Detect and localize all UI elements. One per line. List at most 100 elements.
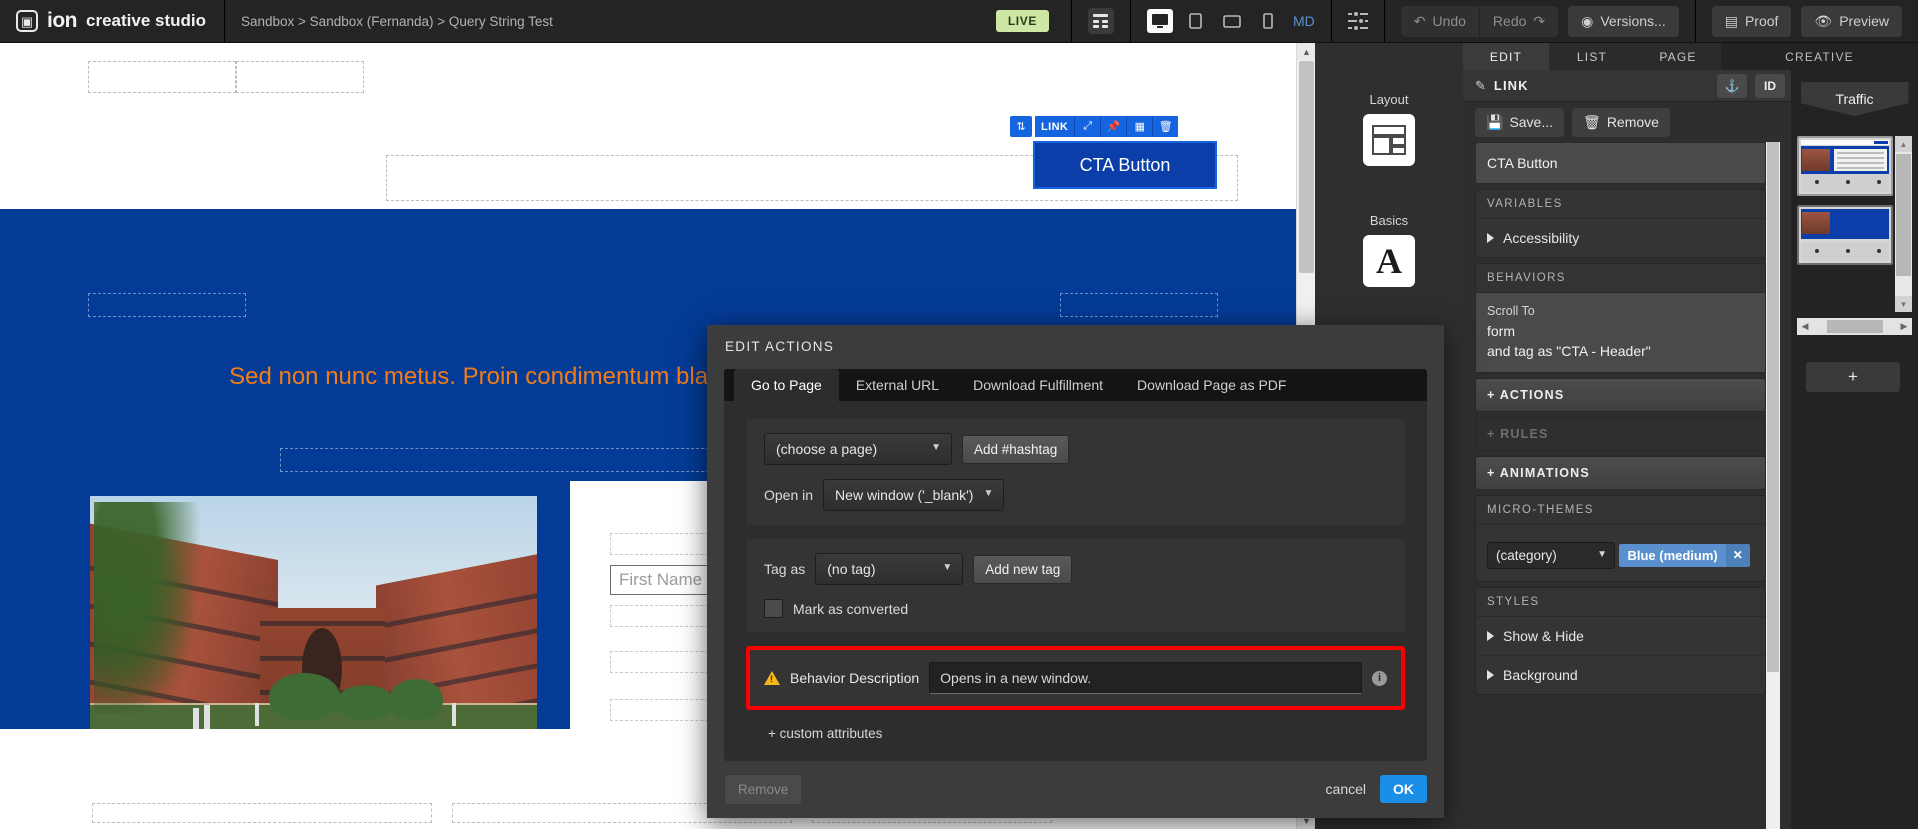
layout-grid-icon[interactable] [1363, 114, 1415, 166]
close-icon[interactable]: ✕ [1725, 544, 1750, 567]
mark-converted-checkbox[interactable] [764, 599, 783, 618]
app-logo[interactable]: ▣ ion creative studio [0, 0, 224, 42]
device-desktop-icon[interactable] [1146, 9, 1173, 33]
custom-attributes-link[interactable]: + custom attributes [746, 724, 1405, 741]
behavior-description-input[interactable]: Opens in a new window. [929, 662, 1362, 694]
page-select-row: (choose a page) ▼ Add #hashtag [764, 433, 1387, 465]
behavior-tag: and tag as "CTA - Header" [1487, 343, 1651, 359]
traffic-tab[interactable]: Traffic [1800, 82, 1909, 116]
add-new-tag-button[interactable]: Add new tag [973, 554, 1073, 584]
modal-remove-button[interactable]: Remove [724, 773, 803, 805]
styles-item-show-hide[interactable]: Show & Hide [1476, 617, 1765, 655]
edit-actions-modal[interactable]: EDIT ACTIONS Go to Page External URL Dow… [707, 325, 1444, 818]
tool-layout[interactable]: Layout [1315, 92, 1463, 166]
tag-as-select[interactable]: (no tag) ▼ [815, 553, 964, 585]
tab-edit[interactable]: EDIT [1463, 43, 1549, 70]
top-bar: ▣ ion creative studio Sandbox > Sandbox … [0, 0, 1918, 43]
redo-button[interactable]: Redo ↷ [1479, 5, 1559, 37]
thumbnails-scrollbar[interactable]: ▲ ▼ [1895, 136, 1912, 312]
edit-pane-header: ✎ LINK ⚓ ID [1463, 70, 1791, 102]
warning-icon [764, 671, 780, 685]
remove-label: Remove [1606, 114, 1659, 130]
tab-page[interactable]: PAGE [1635, 43, 1721, 70]
tab-download-fulfillment[interactable]: Download Fulfillment [956, 369, 1120, 401]
modal-cancel-button[interactable]: cancel [1326, 781, 1366, 797]
image-shrub [335, 684, 394, 721]
text-a-icon[interactable]: A [1363, 235, 1415, 287]
device-preview-group: MD [1131, 0, 1331, 42]
element-toolbar[interactable]: LINK ⤢ 📌 ▦ 🗑 [1035, 116, 1179, 137]
cta-button-element[interactable]: CTA Button [1035, 143, 1215, 187]
id-button[interactable]: ID [1755, 73, 1785, 98]
modal-panel: (choose a page) ▼ Add #hashtag Open in N… [724, 401, 1427, 741]
canvas-placeholder-box[interactable] [236, 61, 364, 93]
add-rules-button[interactable]: + RULES [1475, 417, 1766, 451]
mark-converted-row: Mark as converted [764, 599, 1387, 618]
brand-suffix: creative studio [86, 11, 206, 30]
review-group: ▤ Proof 👁 Preview [1696, 0, 1918, 42]
reorder-icon[interactable]: ⇅ [1010, 116, 1032, 137]
styles-item-background[interactable]: Background [1476, 655, 1765, 694]
proof-button[interactable]: ▤ Proof [1711, 5, 1792, 37]
edit-pane-scrollbar[interactable] [1766, 142, 1780, 829]
behavior-entry[interactable]: Scroll To form and tag as "CTA - Header" [1476, 293, 1765, 372]
page-select[interactable]: (choose a page) ▼ [764, 433, 952, 465]
tab-list[interactable]: LIST [1549, 43, 1635, 70]
element-name-field[interactable]: CTA Button [1475, 142, 1766, 184]
page-thumbnail[interactable] [1797, 136, 1893, 196]
device-tablet-icon[interactable] [1183, 9, 1209, 33]
variables-item-accessibility[interactable]: Accessibility [1476, 219, 1765, 257]
microthemes-body: (category) ▼ Blue (medium) ✕ [1476, 525, 1765, 581]
thumbnails-hscrollbar[interactable]: ◀ ▶ [1797, 318, 1912, 335]
open-in-select[interactable]: New window ('_blank') ▼ [823, 479, 1005, 511]
edit-pane-scrollbar-thumb[interactable] [1767, 142, 1779, 672]
microtheme-category-select[interactable]: (category) [1487, 542, 1615, 569]
microtheme-tag-chip[interactable]: Blue (medium) ✕ [1619, 544, 1750, 567]
add-animations-button[interactable]: + ANIMATIONS [1475, 456, 1766, 490]
chevron-right-icon [1487, 233, 1494, 243]
device-mobile-icon[interactable] [1255, 9, 1281, 33]
microthemes-header: MICRO-THEMES [1476, 496, 1765, 525]
thumbnails-hscrollbar-thumb[interactable] [1826, 320, 1883, 333]
anchor-button[interactable]: ⚓ [1717, 73, 1747, 98]
section-microthemes: MICRO-THEMES (category) ▼ Blue (medium) … [1475, 495, 1766, 582]
info-icon[interactable]: i [1372, 670, 1387, 686]
tab-go-to-page[interactable]: Go to Page [734, 369, 839, 401]
preview-button[interactable]: 👁 Preview [1801, 5, 1902, 37]
tab-creative[interactable]: CREATIVE [1721, 43, 1918, 70]
scroll-up-icon[interactable]: ▲ [1297, 43, 1316, 60]
duplicate-icon[interactable]: ▦ [1126, 116, 1153, 137]
image-shrub [268, 673, 341, 721]
pin-icon[interactable]: 📌 [1100, 116, 1127, 137]
canvas-placeholder-box[interactable] [88, 293, 246, 317]
remove-button[interactable]: 🗑 Remove [1572, 107, 1670, 137]
canvas-scrollbar-thumb[interactable] [1299, 61, 1314, 273]
breadcrumb[interactable]: Sandbox > Sandbox (Fernanda) > Query Str… [225, 0, 569, 42]
add-page-button[interactable]: + [1806, 362, 1900, 392]
modal-ok-button[interactable]: OK [1380, 775, 1427, 803]
scroll-left-icon[interactable]: ◀ [1797, 321, 1813, 332]
undo-button[interactable]: ↶ Undo [1400, 5, 1479, 37]
scroll-up-icon[interactable]: ▲ [1895, 136, 1912, 152]
save-button[interactable]: 💾 Save... [1475, 107, 1565, 137]
add-hashtag-button[interactable]: Add #hashtag [962, 434, 1070, 464]
page-thumbnail[interactable] [1797, 205, 1893, 265]
canvas-placeholder-box[interactable] [92, 803, 432, 823]
sliders-icon[interactable] [1347, 12, 1368, 30]
versions-button[interactable]: ◉ Versions... [1568, 5, 1679, 37]
add-actions-button[interactable]: + ACTIONS [1475, 378, 1766, 412]
scroll-right-icon[interactable]: ▶ [1896, 321, 1912, 332]
device-landscape-icon[interactable] [1219, 9, 1245, 33]
creative-column: Traffic ▲ ▼ ◀ ▶ + [1791, 70, 1918, 829]
move-icon[interactable]: ⤢ [1074, 116, 1101, 137]
thumbnails-scrollbar-thumb[interactable] [1896, 154, 1911, 276]
form-layout-icon[interactable] [1087, 8, 1114, 34]
scroll-down-icon[interactable]: ▼ [1895, 296, 1912, 312]
redo-icon: ↷ [1533, 12, 1546, 29]
tab-external-url[interactable]: External URL [839, 369, 956, 401]
canvas-placeholder-box[interactable] [88, 61, 236, 93]
delete-icon[interactable]: 🗑 [1152, 116, 1179, 137]
canvas-placeholder-box[interactable] [1060, 293, 1218, 317]
tab-download-page-as-pdf[interactable]: Download Page as PDF [1120, 369, 1303, 401]
tool-basics[interactable]: Basics A [1315, 213, 1463, 287]
